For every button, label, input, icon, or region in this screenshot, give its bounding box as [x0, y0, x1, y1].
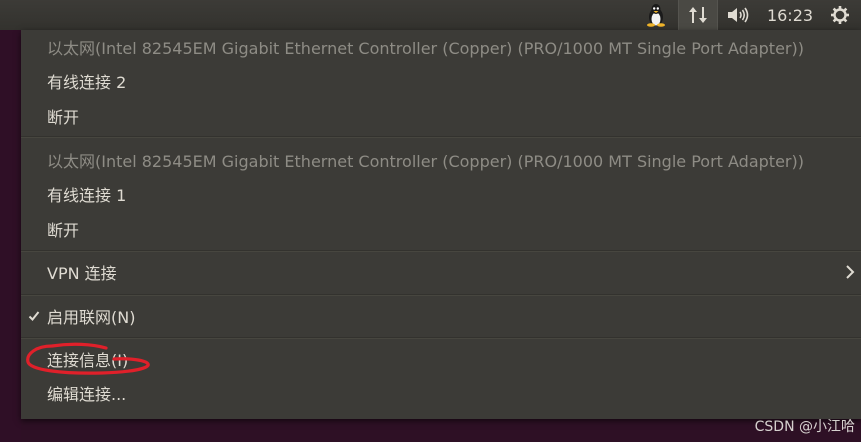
- separator: [21, 136, 861, 138]
- network-menu: 以太网(Intel 82545EM Gigabit Ethernet Contr…: [21, 30, 861, 419]
- volume-icon[interactable]: [722, 0, 754, 30]
- wired-connection-2[interactable]: 有线连接 2: [21, 73, 861, 95]
- watermark: CSDN @小江哈: [755, 416, 855, 436]
- chevron-right-icon: [845, 264, 855, 285]
- disconnect-2-label: 断开: [47, 221, 80, 240]
- enable-networking-label: 启用联网(N): [47, 308, 136, 327]
- connection-info-label: 连接信息(I): [47, 351, 129, 370]
- disconnect-1-label: 断开: [47, 108, 80, 127]
- separator: [21, 294, 861, 296]
- ethernet-header-2-label: 以太网(Intel 82545EM Gigabit Ethernet Contr…: [47, 152, 804, 171]
- enable-networking[interactable]: 启用联网(N): [21, 308, 861, 330]
- network-icon[interactable]: [678, 0, 718, 30]
- checkmark-icon: [28, 308, 40, 328]
- edit-connections[interactable]: 编辑连接...: [21, 385, 861, 407]
- ethernet-header-1-label: 以太网(Intel 82545EM Gigabit Ethernet Contr…: [47, 39, 804, 58]
- separator: [21, 250, 861, 252]
- ethernet-header-1: 以太网(Intel 82545EM Gigabit Ethernet Contr…: [21, 39, 861, 61]
- wired-connection-1[interactable]: 有线连接 1: [21, 186, 861, 208]
- gear-icon[interactable]: [824, 0, 856, 30]
- vpn-connections-label: VPN 连接: [47, 264, 117, 283]
- clock-text: 16:23: [766, 5, 814, 25]
- wired-connection-2-label: 有线连接 2: [47, 73, 127, 92]
- vpn-connections[interactable]: VPN 连接: [21, 264, 861, 286]
- ethernet-header-2: 以太网(Intel 82545EM Gigabit Ethernet Contr…: [21, 152, 861, 174]
- wired-connection-1-label: 有线连接 1: [47, 186, 127, 205]
- top-panel: 16:23: [0, 0, 861, 30]
- edit-connections-label: 编辑连接...: [47, 385, 127, 404]
- tux-icon[interactable]: [640, 0, 672, 30]
- watermark-text: CSDN @小江哈: [754, 419, 855, 435]
- connection-info[interactable]: 连接信息(I): [21, 351, 861, 373]
- separator: [21, 337, 861, 339]
- disconnect-1[interactable]: 断开: [21, 108, 861, 130]
- clock[interactable]: 16:23: [760, 0, 820, 30]
- launcher-strip: [0, 30, 21, 442]
- disconnect-2[interactable]: 断开: [21, 221, 861, 243]
- desktop: 16:23 以太网(Intel 82545EM Gigabit Ethernet…: [0, 0, 861, 442]
